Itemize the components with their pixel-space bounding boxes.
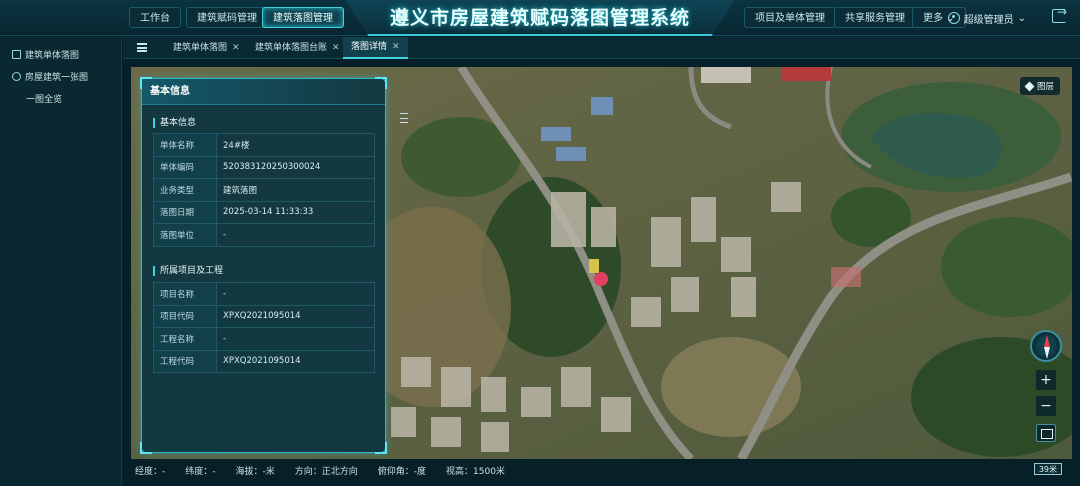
- chevron-down-icon: ⌄: [1017, 12, 1026, 24]
- sidebar-item-house-map[interactable]: 房屋建筑一张图: [0, 65, 121, 87]
- layer-button-label: 图层: [1036, 82, 1054, 92]
- top-bar: 遵义市房屋建筑赋码落图管理系统 工作台 建筑赋码管理 建筑落图管理 项目及单体管…: [0, 0, 1080, 36]
- zoom-in-button[interactable]: +: [1036, 370, 1056, 390]
- table-row: 单体编码 520383120250300024: [153, 155, 375, 179]
- app-root: 遵义市房屋建筑赋码落图管理系统 工作台 建筑赋码管理 建筑落图管理 项目及单体管…: [0, 0, 1080, 486]
- sidebar-item-label: 建筑单体落图: [25, 50, 80, 61]
- map-extent-icon[interactable]: [1036, 424, 1056, 442]
- user-icon: [947, 12, 960, 24]
- user-name: 超级管理员: [963, 14, 1014, 26]
- user-menu[interactable]: 超级管理员 ⌄: [947, 8, 1026, 28]
- field-value: 24#楼: [216, 133, 375, 157]
- basic-info-table: 单体名称 24#楼 单体编码 520383120250300024 业务类型 建筑落图…: [153, 133, 375, 247]
- field-value: -: [216, 282, 375, 306]
- latitude-readout: 纬度：-: [185, 466, 216, 477]
- nav-workbench[interactable]: 工作台: [129, 7, 181, 28]
- field-label: 工程代码: [153, 349, 217, 373]
- nav-shared-services[interactable]: 共享服务管理: [834, 7, 916, 28]
- logout-icon[interactable]: [1052, 5, 1067, 23]
- tab-mapping-detail[interactable]: 落图详情 ✕: [343, 37, 408, 59]
- field-value: -: [216, 223, 375, 247]
- table-row: 项目代码 XPXQ2021095014: [153, 304, 375, 328]
- sidebar-item-label: 房屋建筑一张图: [25, 72, 89, 83]
- pitch-readout: 俯仰角：-度: [377, 466, 427, 477]
- system-title: 遵义市房屋建筑赋码落图管理系统: [389, 7, 690, 29]
- section-project-info: 所属项目及工程: [153, 266, 223, 276]
- section-basic-info: 基本信息: [153, 118, 196, 128]
- tab-mapping-ledger[interactable]: 建筑单体落图台账 ✕: [247, 37, 348, 59]
- table-row: 单体名称 24#楼: [153, 133, 375, 157]
- table-row: 工程代码 XPXQ2021095014: [153, 349, 375, 373]
- tab-label: 建筑单体落图台账: [255, 43, 328, 53]
- table-row: 工程名称 -: [153, 327, 375, 351]
- sidebar-item-building-mapping[interactable]: 建筑单体落图: [0, 43, 121, 65]
- view-height-readout: 视高：1500米: [446, 466, 505, 477]
- panel-title: 基本信息: [142, 79, 385, 105]
- project-info-table: 项目名称 - 项目代码 XPXQ2021095014 工程名称 - 工程代码 XPXQ2…: [153, 282, 375, 373]
- sidebar-item-label: 一图全览: [26, 94, 63, 105]
- field-label: 业务类型: [153, 178, 217, 202]
- info-panel: 基本信息 基本信息 单体名称 24#楼 单体编码 52038312025030002…: [140, 77, 408, 454]
- tab-bar: 建筑单体落图 ✕ 建筑单体落图台账 ✕ 落图详情 ✕: [123, 37, 1080, 59]
- field-value: XPXQ2021095014: [216, 349, 375, 373]
- sidebar: 建筑单体落图 房屋建筑一张图 一图全览: [0, 37, 122, 486]
- field-label: 项目代码: [153, 304, 217, 328]
- nav-project-management[interactable]: 项目及单体管理: [744, 7, 836, 28]
- field-value: XPXQ2021095014: [216, 304, 375, 328]
- scale-bar: 39米: [1033, 463, 1062, 475]
- menu-icon[interactable]: [137, 43, 147, 52]
- close-icon[interactable]: ✕: [332, 37, 340, 59]
- tab-label: 建筑单体落图: [173, 43, 228, 53]
- tab-building-mapping[interactable]: 建筑单体落图 ✕: [165, 37, 248, 59]
- altitude-readout: 海拔：-米: [235, 466, 275, 477]
- panel-corner: [375, 442, 387, 454]
- tab-label: 落图详情: [351, 42, 388, 52]
- nav-more-label: 更多: [923, 13, 943, 24]
- close-icon[interactable]: ✕: [232, 37, 240, 59]
- layer-button[interactable]: 图层: [1019, 77, 1060, 95]
- field-label: 单体名称: [153, 133, 217, 157]
- globe-icon: [12, 71, 21, 81]
- field-label: 工程名称: [153, 327, 217, 351]
- close-icon[interactable]: ✕: [392, 36, 400, 58]
- field-label: 落图日期: [153, 200, 217, 224]
- field-value: 520383120250300024: [216, 155, 375, 179]
- field-label: 单体编码: [153, 155, 217, 179]
- longitude-readout: 经度：-: [135, 466, 166, 477]
- layers-icon: [1024, 81, 1035, 91]
- field-value: 建筑落图: [216, 178, 375, 202]
- nav-building-coding[interactable]: 建筑赋码管理: [186, 7, 268, 28]
- field-value: 2025-03-14 11:33:33: [216, 200, 375, 224]
- building-icon: [12, 49, 21, 59]
- table-row: 业务类型 建筑落图: [153, 178, 375, 202]
- map-status-bar: 经度：- 纬度：- 海拔：-米 方向：正北方向 俯仰角：-度 视高：1500米 …: [123, 460, 1080, 480]
- nav-building-mapping[interactable]: 建筑落图管理: [262, 7, 344, 28]
- table-row: 落图日期 2025-03-14 11:33:33: [153, 200, 375, 224]
- zoom-out-button[interactable]: −: [1036, 396, 1056, 416]
- sidebar-item-overview[interactable]: 一图全览: [0, 87, 121, 109]
- direction-readout: 方向：正北方向: [294, 466, 358, 477]
- field-label: 项目名称: [153, 282, 217, 306]
- panel-corner: [140, 442, 152, 454]
- field-value: -: [216, 327, 375, 351]
- field-label: 落图单位: [153, 223, 217, 247]
- table-row: 落图单位 -: [153, 223, 375, 247]
- collapse-panel-icon[interactable]: [400, 113, 408, 123]
- compass-icon[interactable]: [1030, 330, 1062, 362]
- table-row: 项目名称 -: [153, 282, 375, 306]
